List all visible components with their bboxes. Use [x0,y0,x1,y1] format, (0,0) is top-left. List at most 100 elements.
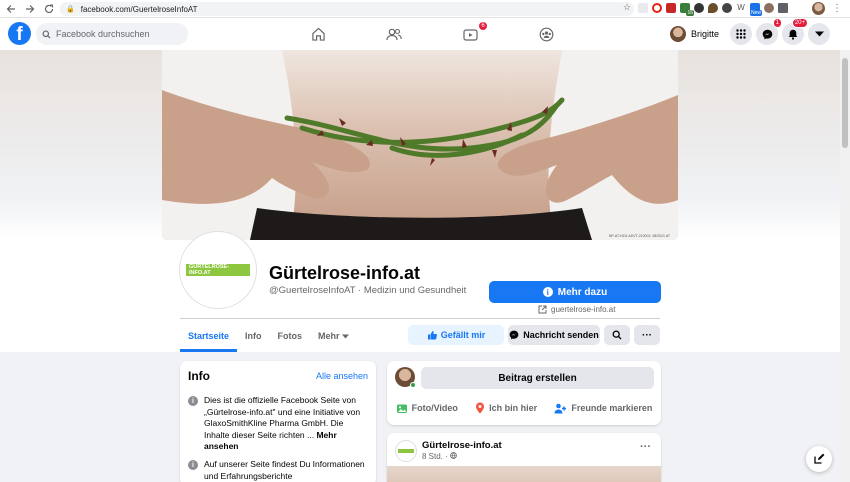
lock-icon: 🔒 [66,6,75,13]
back-icon[interactable] [3,1,19,17]
caret-down-icon [814,31,824,37]
cover-photo[interactable]: NP-AT-HZU-ADVT-210002, 08/2021 AT [162,50,678,240]
check-in-button[interactable]: Ich bin hier [475,402,537,414]
w-extension-icon[interactable]: W [736,3,746,13]
page-search-button[interactable] [604,325,630,345]
tab-more[interactable]: Mehr [310,320,357,352]
friends-tab[interactable] [356,18,432,50]
search-icon [612,330,622,340]
page-title: Gürtelrose-info.at [269,263,421,283]
post-author-name[interactable]: Gürtelrose-info.at [422,440,502,451]
search-icon [42,29,51,39]
page-more-button[interactable]: ··· [634,325,660,345]
scrollbar-thumb[interactable] [842,58,848,148]
send-message-button[interactable]: Nachricht senden [508,325,600,345]
messenger-icon [509,330,519,340]
browser-profile-avatar[interactable] [812,2,825,15]
brown-extension-icon[interactable] [764,3,774,13]
website-link[interactable]: guertelrose-info.at [538,305,615,314]
check-in-label: Ich bin hier [489,403,538,413]
red-square-extension-icon[interactable] [666,3,676,13]
groups-tab[interactable] [508,18,584,50]
photo-video-button[interactable]: Foto/Video [396,403,458,414]
profile-chip[interactable]: Brigitte [670,24,725,44]
post-time-text: 8 Std. · [422,452,448,461]
leaf-extension-icon[interactable] [708,3,718,13]
compose-icon [814,453,825,464]
groups-icon [539,27,553,41]
forward-icon[interactable] [22,1,38,17]
dark-extension-icon[interactable] [694,3,704,13]
feed-post: Gürtelrose-info.at 8 Std. · ··· [387,433,661,482]
like-page-button[interactable]: Gefällt mir [408,325,504,345]
menu-button[interactable] [730,23,752,45]
reload-icon[interactable] [41,1,57,17]
post-timestamp[interactable]: 8 Std. · [422,452,457,461]
page-scrollbar[interactable] [840,50,850,482]
page-logo: GÜRTELROSE-INFO.AT [186,264,250,276]
chart-extension-icon[interactable]: 16 [680,3,694,16]
tab-info[interactable]: Info [237,320,270,352]
tag-friends-label: Freunde markieren [571,403,653,413]
tab-photos[interactable]: Fotos [270,320,311,352]
website-link-text: guertelrose-info.at [551,305,616,314]
info-card: Info Alle ansehen i Dies ist die offizie… [180,361,376,482]
extension-badge: 16 [686,10,694,16]
learn-more-label: Mehr dazu [557,286,608,298]
messenger-badge: 1 [772,18,782,28]
opera-extension-icon[interactable] [652,3,662,13]
post-author-avatar[interactable] [395,440,417,462]
tab-home[interactable]: Startseite [180,320,238,352]
facebook-logo-icon[interactable]: f [8,22,31,45]
new-message-button[interactable] [806,446,832,472]
search-input[interactable]: Facebook durchsuchen [36,23,188,45]
tab-info-label: Info [245,331,262,341]
post-options-button[interactable]: ··· [640,441,651,453]
info-card-title: Info [188,369,210,383]
more-dots: ··· [642,329,652,341]
dots-extension-icon[interactable] [722,3,732,13]
rocket-extension-icon[interactable] [638,3,648,13]
notifications-button[interactable]: 20+ [782,18,808,45]
watch-tab[interactable]: 6 [432,18,508,50]
online-status-dot [410,382,416,388]
create-post-button[interactable]: Beitrag erstellen [421,367,654,389]
address-bar[interactable]: 🔒 facebook.com/GuertelroseInfoAT ☆ [60,2,634,16]
info-item-about: i Dies ist die offizielle Facebook Seite… [188,395,370,453]
location-pin-icon [476,402,485,414]
info-description-text: Auf unserer Seite findest Du Information… [204,459,365,481]
user-name: Brigitte [691,29,720,39]
messenger-button[interactable]: 1 [756,18,782,45]
friends-icon [386,28,402,40]
home-icon [311,27,325,41]
account-button[interactable] [808,23,830,45]
info-circle-icon: i [188,460,198,470]
main-nav: 6 [280,18,584,50]
photo-video-label: Foto/Video [411,403,458,413]
avatar [670,26,686,42]
new-extension-icon[interactable]: New [749,3,762,16]
facebook-topbar: f Facebook durchsuchen 6 Brigitte 1 20+ [0,18,850,50]
external-link-icon [538,305,547,314]
see-all-link[interactable]: Alle ansehen [316,371,368,381]
info-icon: i [542,287,553,297]
globe-icon [450,452,457,459]
composer-actions: Foto/Video Ich bin hier Freunde markiere… [387,397,661,419]
url-text: facebook.com/GuertelroseInfoAT [80,4,198,14]
cover-illustration: NP-AT-HZU-ADVT-210002, 08/2021 AT [162,50,678,240]
home-tab[interactable] [280,18,356,50]
page-profile-picture[interactable]: GÜRTELROSE-INFO.AT [180,232,256,308]
post-image[interactable] [387,466,661,482]
tag-friends-button[interactable]: Freunde markieren [554,403,652,414]
bookmark-star-icon[interactable]: ☆ [620,2,634,13]
puzzle-extensions-icon[interactable] [778,3,788,13]
cover-caption: NP-AT-HZU-ADVT-210002, 08/2021 AT [609,234,671,238]
watch-icon [462,28,478,41]
browser-menu-icon[interactable]: ⋮ [832,3,842,14]
photo-icon [396,404,407,413]
message-label: Nachricht senden [523,330,599,340]
like-label: Gefällt mir [440,330,486,340]
tab-home-label: Startseite [188,331,230,341]
info-item-description: i Auf unserer Seite findest Du Informati… [188,459,370,482]
learn-more-button[interactable]: i Mehr dazu [489,281,661,303]
